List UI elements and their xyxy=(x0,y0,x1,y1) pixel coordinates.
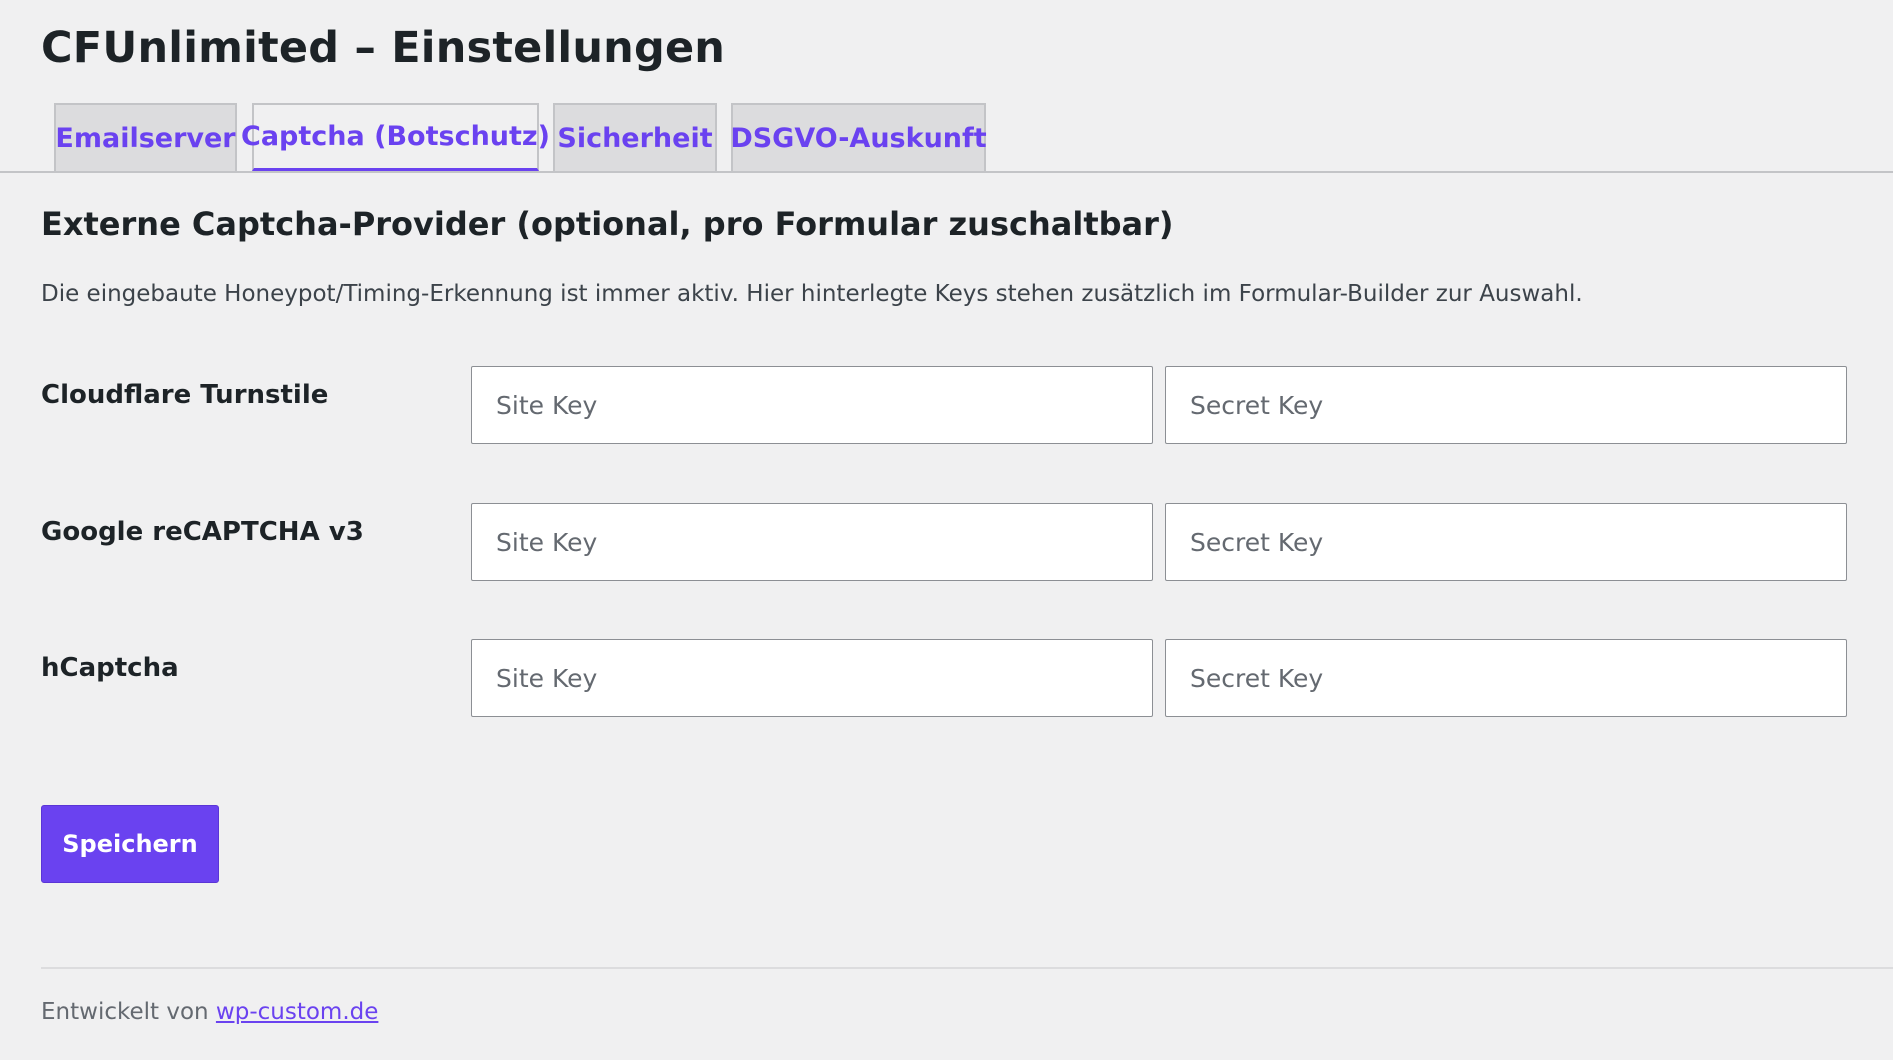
footer-credit-prefix: Entwickelt von xyxy=(41,999,216,1025)
google-recaptcha-secret-key-input[interactable] xyxy=(1165,503,1847,581)
section-title: Externe Captcha-Provider (optional, pro … xyxy=(41,205,1174,243)
google-recaptcha-site-key-input[interactable] xyxy=(471,503,1153,581)
hcaptcha-site-key-input[interactable] xyxy=(471,639,1153,717)
tab-sicherheit[interactable]: Sicherheit xyxy=(553,103,717,171)
provider-label-cloudflare-turnstile: Cloudflare Turnstile xyxy=(41,380,329,410)
settings-tab-bar: Emailserver Captcha (Botschutz) Sicherhe… xyxy=(0,103,1893,173)
provider-label-hcaptcha: hCaptcha xyxy=(41,653,179,683)
footer-link[interactable]: wp-custom.de xyxy=(216,999,378,1025)
tab-captcha[interactable]: Captcha (Botschutz) xyxy=(241,103,550,171)
footer-credit: Entwickelt von wp-custom.de xyxy=(41,996,378,1028)
tab-dsgvo-auskunft[interactable]: DSGVO-Auskunft xyxy=(730,103,987,171)
tab-emailserver[interactable]: Emailserver xyxy=(54,103,237,171)
page-title: CFUnlimited – Einstellungen xyxy=(41,23,726,73)
footer-divider xyxy=(41,967,1893,969)
save-button[interactable]: Speichern xyxy=(41,805,219,883)
section-description: Die eingebaute Honeypot/Timing-Erkennung… xyxy=(41,281,1583,307)
provider-label-google-recaptcha-v3: Google reCAPTCHA v3 xyxy=(41,517,364,547)
hcaptcha-secret-key-input[interactable] xyxy=(1165,639,1847,717)
cloudflare-turnstile-secret-key-input[interactable] xyxy=(1165,366,1847,444)
cloudflare-turnstile-site-key-input[interactable] xyxy=(471,366,1153,444)
